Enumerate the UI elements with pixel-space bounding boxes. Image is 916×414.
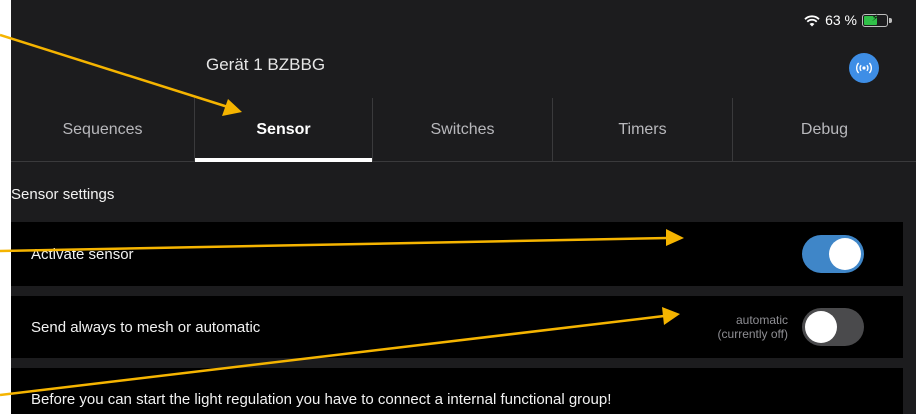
bluetooth-broadcast-button[interactable]	[849, 53, 879, 83]
tab-sequences[interactable]: Sequences	[11, 98, 194, 161]
tab-sensor[interactable]: Sensor	[194, 98, 372, 162]
charging-bolt-icon: ⚡	[871, 12, 879, 24]
mesh-mode-status-line1: automatic	[735, 313, 788, 327]
battery-percent: 63 %	[825, 12, 857, 28]
functional-group-warning: Before you can start the light regulatio…	[31, 391, 612, 408]
status-bar: 63 % ⚡	[804, 12, 892, 28]
activate-sensor-row: Activate sensor	[11, 222, 903, 286]
mesh-mode-status-line2: (currently off)	[717, 327, 788, 341]
tab-debug[interactable]: Debug	[732, 98, 916, 161]
battery-charging-icon: ⚡	[862, 12, 892, 27]
activate-sensor-label: Activate sensor	[31, 246, 134, 263]
toggle-knob	[829, 238, 861, 270]
wifi-icon	[804, 14, 820, 26]
activate-sensor-toggle[interactable]	[802, 235, 864, 273]
tab-switches[interactable]: Switches	[372, 98, 552, 161]
mesh-mode-toggle[interactable]	[802, 308, 864, 346]
app-screen: 63 % ⚡ Gerät 1 BZBBG Sequences Sensor Sw…	[11, 0, 916, 414]
mesh-mode-row: Send always to mesh or automatic automat…	[11, 296, 903, 358]
info-row: Before you can start the light regulatio…	[11, 368, 903, 414]
bluetooth-broadcast-icon	[856, 62, 872, 74]
battery-tip	[889, 17, 892, 23]
section-title: Sensor settings	[11, 186, 115, 203]
toggle-knob	[805, 311, 837, 343]
tab-timers[interactable]: Timers	[552, 98, 732, 161]
mesh-mode-status: automatic (currently off)	[718, 313, 788, 341]
page-title: Gerät 1 BZBBG	[206, 55, 326, 74]
tab-bar: Sequences Sensor Switches Timers Debug	[11, 98, 916, 162]
mesh-mode-label: Send always to mesh or automatic	[31, 319, 261, 336]
